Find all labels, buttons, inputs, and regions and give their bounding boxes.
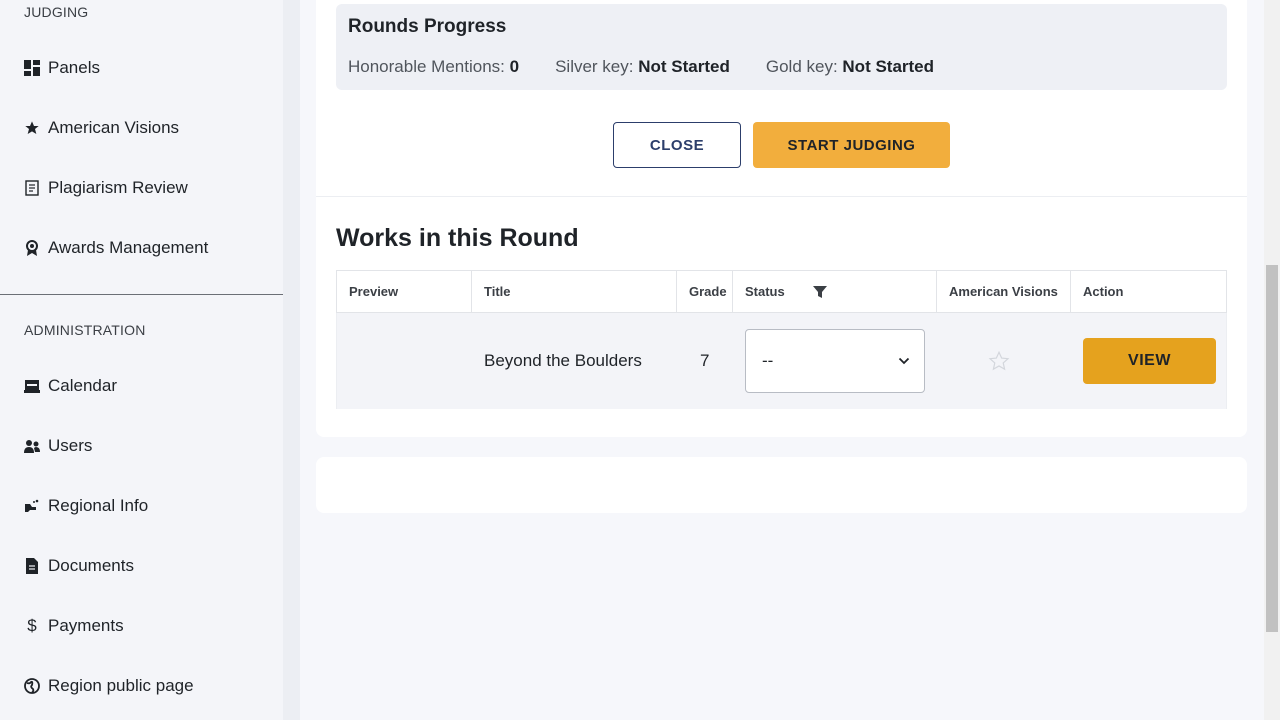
- sidebar-item-label: Awards Management: [48, 238, 209, 257]
- regional-info-icon: [24, 498, 40, 514]
- section-divider: [316, 196, 1247, 197]
- sidebar-item-region-public-page[interactable]: Region public page: [0, 662, 283, 710]
- silver-key-stat: Silver key: Not Started: [555, 57, 730, 77]
- sidebar-item-label: Calendar: [48, 376, 117, 395]
- sidebar-item-awards-management[interactable]: Awards Management: [0, 224, 283, 272]
- column-header-american-visions: American Visions: [937, 271, 1071, 312]
- rounds-progress-title: Rounds Progress: [348, 16, 507, 37]
- secondary-card: [316, 457, 1247, 513]
- sidebar-item-label: Regional Info: [48, 496, 149, 515]
- judging-section-heading: JUDGING: [24, 4, 89, 20]
- chevron-down-icon: [898, 357, 910, 365]
- sidebar-item-label: Payments: [48, 616, 124, 635]
- gold-key-label: Gold key:: [765, 57, 838, 76]
- administration-section-heading: ADMINISTRATION: [24, 322, 146, 338]
- sidebar-item-payments[interactable]: $ Payments: [0, 602, 283, 650]
- sidebar-item-documents[interactable]: Documents: [0, 542, 283, 590]
- column-header-preview: Preview: [337, 271, 472, 312]
- sidebar-divider: [0, 294, 283, 295]
- sidebar-item-label: Panels: [48, 58, 100, 77]
- table-header: Preview Title Grade Status American Visi…: [336, 270, 1227, 313]
- american-visions-star-icon[interactable]: [988, 350, 1010, 372]
- sidebar-item-plagiarism-review[interactable]: Plagiarism Review: [0, 164, 283, 212]
- dashboard-icon: [24, 60, 40, 76]
- sidebar-item-regional-info[interactable]: Regional Info: [0, 482, 283, 530]
- honorable-mentions-label: Honorable Mentions:: [348, 57, 505, 76]
- filter-icon[interactable]: [812, 285, 827, 299]
- sidebar-edge: [283, 0, 300, 720]
- document-check-icon: [24, 180, 40, 196]
- sidebar-item-calendar[interactable]: Calendar: [0, 362, 283, 410]
- column-header-status: Status: [733, 271, 937, 312]
- sidebar-item-label: Region public page: [48, 676, 194, 695]
- column-header-status-label: Status: [745, 284, 785, 299]
- gold-key-value: Not Started: [842, 57, 935, 76]
- star-icon: [24, 120, 40, 136]
- works-section-title: Works in this Round: [336, 224, 579, 252]
- grade-cell: 7: [700, 351, 710, 370]
- column-header-title: Title: [472, 271, 677, 312]
- document-icon: [24, 558, 40, 574]
- sidebar-item-users[interactable]: Users: [0, 422, 283, 470]
- view-button[interactable]: VIEW: [1083, 338, 1216, 384]
- silver-key-label: Silver key:: [555, 57, 634, 76]
- table-row: Beyond the Boulders 7 -- VIEW: [336, 313, 1227, 409]
- award-icon: [24, 240, 40, 256]
- sidebar-item-label: Users: [48, 436, 93, 455]
- users-icon: [24, 438, 40, 454]
- page-scrollbar-thumb[interactable]: [1266, 265, 1278, 632]
- sidebar: JUDGING Panels American Visions Plagiari…: [0, 0, 283, 720]
- status-select-value: --: [762, 351, 774, 370]
- start-judging-button[interactable]: START JUDGING: [753, 122, 950, 168]
- silver-key-value: Not Started: [638, 57, 730, 76]
- dollar-icon: $: [27, 616, 37, 635]
- preview-cell: [337, 313, 472, 409]
- work-title-cell: Beyond the Boulders: [484, 351, 642, 370]
- column-header-action: Action: [1083, 284, 1124, 299]
- sidebar-item-panels[interactable]: Panels: [0, 44, 283, 92]
- close-button[interactable]: CLOSE: [613, 122, 741, 168]
- sidebar-item-label: Documents: [48, 556, 134, 575]
- honorable-mentions-stat: Honorable Mentions: 0: [348, 57, 519, 77]
- globe-icon: [24, 678, 40, 694]
- sidebar-item-label: American Visions: [48, 118, 180, 137]
- sidebar-item-label: Plagiarism Review: [48, 178, 188, 197]
- sidebar-item-american-visions[interactable]: American Visions: [0, 104, 283, 152]
- status-select[interactable]: --: [745, 329, 925, 393]
- rounds-progress-stats: Honorable Mentions: 0 Silver key: Not St…: [348, 57, 934, 77]
- column-header-grade: Grade: [677, 271, 733, 312]
- honorable-mentions-value: 0: [509, 57, 520, 76]
- calendar-icon: [24, 378, 40, 394]
- gold-key-stat: Gold key: Not Started: [766, 57, 934, 77]
